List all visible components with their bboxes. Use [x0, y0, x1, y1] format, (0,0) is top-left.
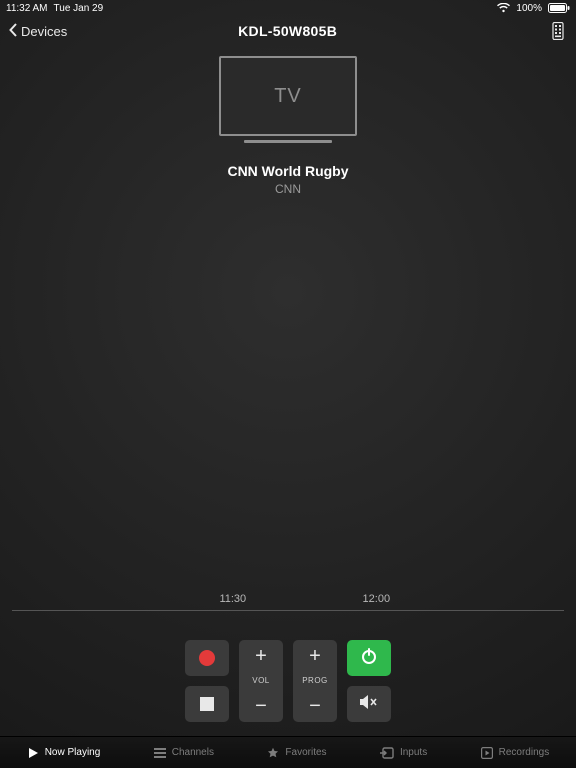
tab-inputs[interactable]: Inputs — [380, 747, 427, 759]
tab-label: Favorites — [285, 747, 326, 758]
record-button[interactable] — [185, 640, 229, 676]
remote-controls: + VOL − + PROG − — [0, 640, 576, 722]
plus-icon: + — [255, 646, 267, 666]
tab-label: Channels — [172, 747, 214, 758]
tab-label: Now Playing — [45, 747, 101, 758]
volume-rocker[interactable]: + VOL − — [239, 640, 283, 722]
minus-icon: − — [255, 696, 267, 716]
volume-label: VOL — [252, 677, 270, 685]
now-playing-info: CNN World Rugby CNN — [0, 163, 576, 196]
chevron-left-icon — [8, 22, 19, 41]
tab-favorites[interactable]: Favorites — [267, 747, 326, 759]
back-button[interactable]: Devices — [8, 22, 67, 41]
timeline[interactable]: 11:30 12:00 — [12, 610, 564, 611]
tv-stand-icon — [244, 140, 332, 143]
back-label: Devices — [21, 24, 67, 39]
tab-bar: Now Playing Channels Favorites Inputs Re… — [0, 736, 576, 768]
tab-channels[interactable]: Channels — [154, 747, 214, 759]
page-title: KDL-50W805B — [238, 23, 337, 39]
tab-recordings[interactable]: Recordings — [481, 747, 550, 759]
record-icon — [199, 650, 215, 666]
program-title: CNN World Rugby — [0, 163, 576, 179]
battery-icon — [548, 3, 570, 13]
plus-icon: + — [309, 646, 321, 666]
tab-label: Recordings — [499, 747, 550, 758]
status-time: 11:32 AM — [6, 3, 48, 14]
time-tick-2: 12:00 — [363, 593, 391, 605]
program-rocker[interactable]: + PROG − — [293, 640, 337, 722]
list-icon — [154, 747, 166, 759]
tab-label: Inputs — [400, 747, 427, 758]
tv-preview: TV — [0, 56, 576, 143]
power-icon — [360, 647, 378, 669]
status-date: Tue Jan 29 — [54, 3, 104, 14]
program-channel: CNN — [0, 182, 576, 196]
input-icon — [380, 747, 394, 759]
power-button[interactable] — [347, 640, 391, 676]
minus-icon: − — [309, 696, 321, 716]
recordings-icon — [481, 747, 493, 759]
wifi-icon — [497, 3, 510, 13]
tv-label: TV — [274, 85, 302, 108]
mute-icon — [359, 694, 379, 714]
program-label: PROG — [302, 677, 328, 685]
stop-button[interactable] — [185, 686, 229, 722]
tv-screen-icon: TV — [219, 56, 357, 136]
mute-button[interactable] — [347, 686, 391, 722]
tab-now-playing[interactable]: Now Playing — [27, 747, 101, 759]
stop-icon — [200, 697, 214, 711]
battery-percent: 100% — [516, 3, 542, 14]
nav-bar: Devices KDL-50W805B — [0, 16, 576, 46]
time-tick-1: 11:30 — [219, 593, 246, 605]
status-bar: 11:32 AM Tue Jan 29 100% — [0, 0, 576, 16]
star-icon — [267, 747, 279, 759]
play-icon — [27, 747, 39, 759]
remote-icon[interactable] — [552, 22, 564, 40]
